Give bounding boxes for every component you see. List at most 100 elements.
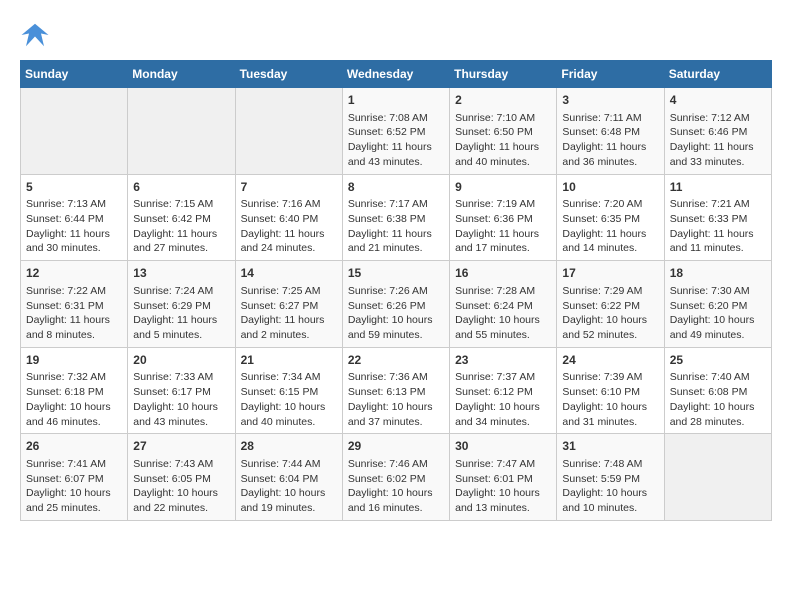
page-header — [20, 20, 772, 50]
sunset-label: Sunset: 6:01 PM — [455, 473, 533, 485]
day-number: 26 — [26, 438, 122, 455]
day-number: 16 — [455, 265, 551, 282]
day-number: 17 — [562, 265, 658, 282]
calendar-cell: 21 Sunrise: 7:34 AM Sunset: 6:15 PM Dayl… — [235, 347, 342, 434]
calendar-cell: 5 Sunrise: 7:13 AM Sunset: 6:44 PM Dayli… — [21, 174, 128, 261]
day-number: 24 — [562, 352, 658, 369]
day-number: 15 — [348, 265, 444, 282]
sunrise-label: Sunrise: 7:36 AM — [348, 371, 428, 383]
sunset-label: Sunset: 5:59 PM — [562, 473, 640, 485]
daylight-label: Daylight: 10 hours and 59 minutes. — [348, 314, 433, 341]
sunset-label: Sunset: 6:18 PM — [26, 386, 104, 398]
daylight-label: Daylight: 10 hours and 34 minutes. — [455, 401, 540, 428]
day-number: 20 — [133, 352, 229, 369]
weekday-header: Wednesday — [342, 61, 449, 88]
sunset-label: Sunset: 6:17 PM — [133, 386, 211, 398]
sunset-label: Sunset: 6:13 PM — [348, 386, 426, 398]
day-number: 10 — [562, 179, 658, 196]
day-number: 18 — [670, 265, 766, 282]
sunset-label: Sunset: 6:40 PM — [241, 213, 319, 225]
day-number: 9 — [455, 179, 551, 196]
calendar-cell: 14 Sunrise: 7:25 AM Sunset: 6:27 PM Dayl… — [235, 261, 342, 348]
weekday-header: Friday — [557, 61, 664, 88]
sunrise-label: Sunrise: 7:17 AM — [348, 198, 428, 210]
calendar-cell: 29 Sunrise: 7:46 AM Sunset: 6:02 PM Dayl… — [342, 434, 449, 521]
sunrise-label: Sunrise: 7:25 AM — [241, 285, 321, 297]
calendar-cell: 17 Sunrise: 7:29 AM Sunset: 6:22 PM Dayl… — [557, 261, 664, 348]
daylight-label: Daylight: 10 hours and 10 minutes. — [562, 487, 647, 514]
sunset-label: Sunset: 6:52 PM — [348, 126, 426, 138]
sunrise-label: Sunrise: 7:29 AM — [562, 285, 642, 297]
sunrise-label: Sunrise: 7:12 AM — [670, 112, 750, 124]
day-number: 7 — [241, 179, 337, 196]
daylight-label: Daylight: 10 hours and 40 minutes. — [241, 401, 326, 428]
daylight-label: Daylight: 11 hours and 24 minutes. — [241, 228, 325, 255]
calendar-cell: 23 Sunrise: 7:37 AM Sunset: 6:12 PM Dayl… — [450, 347, 557, 434]
daylight-label: Daylight: 10 hours and 31 minutes. — [562, 401, 647, 428]
sunset-label: Sunset: 6:44 PM — [26, 213, 104, 225]
sunrise-label: Sunrise: 7:39 AM — [562, 371, 642, 383]
daylight-label: Daylight: 11 hours and 5 minutes. — [133, 314, 217, 341]
calendar-cell: 18 Sunrise: 7:30 AM Sunset: 6:20 PM Dayl… — [664, 261, 771, 348]
sunset-label: Sunset: 6:26 PM — [348, 300, 426, 312]
day-number: 8 — [348, 179, 444, 196]
calendar-cell: 20 Sunrise: 7:33 AM Sunset: 6:17 PM Dayl… — [128, 347, 235, 434]
day-number: 23 — [455, 352, 551, 369]
day-number: 27 — [133, 438, 229, 455]
day-number: 12 — [26, 265, 122, 282]
sunrise-label: Sunrise: 7:34 AM — [241, 371, 321, 383]
day-number: 13 — [133, 265, 229, 282]
calendar-cell: 25 Sunrise: 7:40 AM Sunset: 6:08 PM Dayl… — [664, 347, 771, 434]
day-number: 14 — [241, 265, 337, 282]
daylight-label: Daylight: 10 hours and 16 minutes. — [348, 487, 433, 514]
calendar-cell: 24 Sunrise: 7:39 AM Sunset: 6:10 PM Dayl… — [557, 347, 664, 434]
sunrise-label: Sunrise: 7:43 AM — [133, 458, 213, 470]
day-number: 1 — [348, 92, 444, 109]
daylight-label: Daylight: 11 hours and 8 minutes. — [26, 314, 110, 341]
calendar-cell: 11 Sunrise: 7:21 AM Sunset: 6:33 PM Dayl… — [664, 174, 771, 261]
calendar-cell: 30 Sunrise: 7:47 AM Sunset: 6:01 PM Dayl… — [450, 434, 557, 521]
day-number: 30 — [455, 438, 551, 455]
sunrise-label: Sunrise: 7:46 AM — [348, 458, 428, 470]
sunrise-label: Sunrise: 7:10 AM — [455, 112, 535, 124]
daylight-label: Daylight: 11 hours and 36 minutes. — [562, 141, 646, 168]
daylight-label: Daylight: 11 hours and 11 minutes. — [670, 228, 754, 255]
daylight-label: Daylight: 11 hours and 17 minutes. — [455, 228, 539, 255]
daylight-label: Daylight: 10 hours and 19 minutes. — [241, 487, 326, 514]
calendar-cell: 31 Sunrise: 7:48 AM Sunset: 5:59 PM Dayl… — [557, 434, 664, 521]
sunrise-label: Sunrise: 7:08 AM — [348, 112, 428, 124]
daylight-label: Daylight: 10 hours and 43 minutes. — [133, 401, 218, 428]
daylight-label: Daylight: 11 hours and 21 minutes. — [348, 228, 432, 255]
calendar-table: SundayMondayTuesdayWednesdayThursdayFrid… — [20, 60, 772, 521]
day-number: 22 — [348, 352, 444, 369]
weekday-header: Tuesday — [235, 61, 342, 88]
sunrise-label: Sunrise: 7:13 AM — [26, 198, 106, 210]
calendar-cell: 19 Sunrise: 7:32 AM Sunset: 6:18 PM Dayl… — [21, 347, 128, 434]
sunrise-label: Sunrise: 7:33 AM — [133, 371, 213, 383]
weekday-header: Saturday — [664, 61, 771, 88]
sunset-label: Sunset: 6:05 PM — [133, 473, 211, 485]
sunrise-label: Sunrise: 7:16 AM — [241, 198, 321, 210]
day-number: 28 — [241, 438, 337, 455]
day-number: 29 — [348, 438, 444, 455]
sunset-label: Sunset: 6:12 PM — [455, 386, 533, 398]
sunset-label: Sunset: 6:48 PM — [562, 126, 640, 138]
sunrise-label: Sunrise: 7:37 AM — [455, 371, 535, 383]
sunrise-label: Sunrise: 7:30 AM — [670, 285, 750, 297]
sunrise-label: Sunrise: 7:21 AM — [670, 198, 750, 210]
calendar-cell: 26 Sunrise: 7:41 AM Sunset: 6:07 PM Dayl… — [21, 434, 128, 521]
calendar-cell: 16 Sunrise: 7:28 AM Sunset: 6:24 PM Dayl… — [450, 261, 557, 348]
calendar-cell — [21, 88, 128, 175]
weekday-header: Monday — [128, 61, 235, 88]
daylight-label: Daylight: 10 hours and 46 minutes. — [26, 401, 111, 428]
sunrise-label: Sunrise: 7:48 AM — [562, 458, 642, 470]
day-number: 2 — [455, 92, 551, 109]
weekday-header: Thursday — [450, 61, 557, 88]
sunset-label: Sunset: 6:35 PM — [562, 213, 640, 225]
day-number: 25 — [670, 352, 766, 369]
daylight-label: Daylight: 10 hours and 37 minutes. — [348, 401, 433, 428]
calendar-cell: 6 Sunrise: 7:15 AM Sunset: 6:42 PM Dayli… — [128, 174, 235, 261]
daylight-label: Daylight: 11 hours and 2 minutes. — [241, 314, 325, 341]
sunrise-label: Sunrise: 7:28 AM — [455, 285, 535, 297]
calendar-cell: 3 Sunrise: 7:11 AM Sunset: 6:48 PM Dayli… — [557, 88, 664, 175]
